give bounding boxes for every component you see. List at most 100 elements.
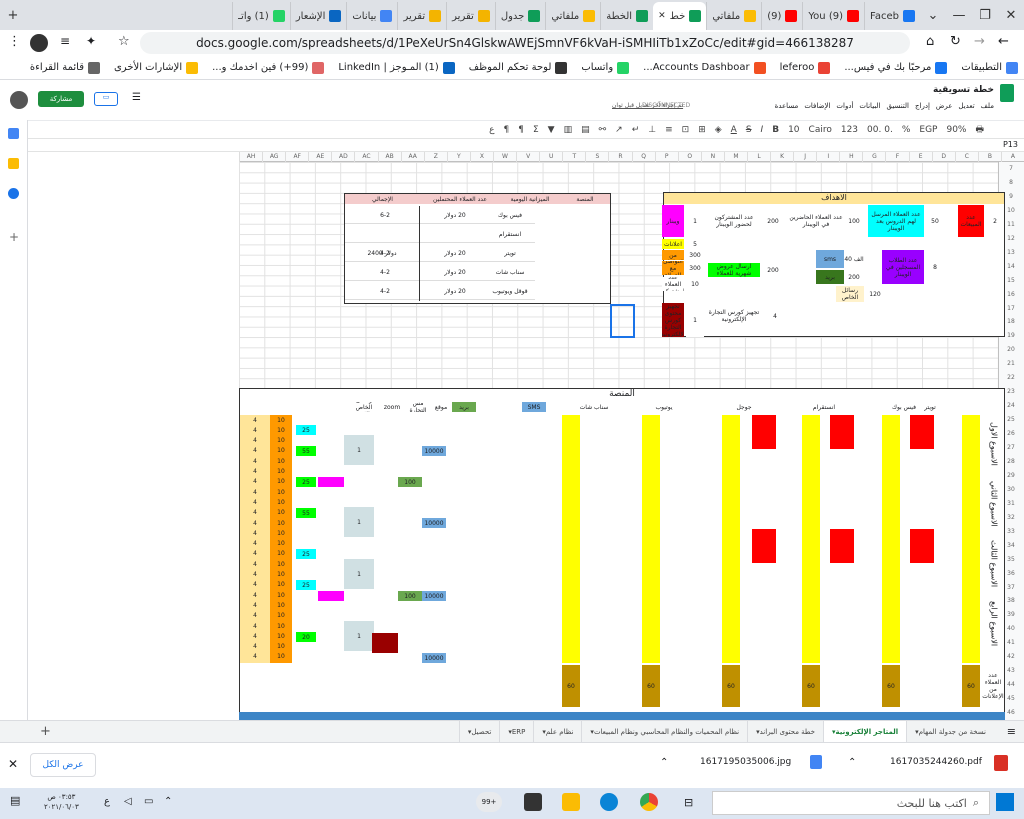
row-header[interactable]: 22	[998, 371, 1024, 385]
whatsapp-value[interactable]: 4	[240, 415, 270, 425]
column-header[interactable]: L	[746, 152, 770, 162]
chart-icon[interactable]: ▥	[564, 125, 573, 135]
show-hidden-icons[interactable]: ⌃	[164, 796, 172, 807]
browser-tab[interactable]: الإشعار	[289, 2, 347, 30]
column-header[interactable]: D	[931, 152, 955, 162]
goal-cell[interactable]: ارسال عروض شهرية للعملاء	[708, 263, 760, 277]
goal-cell[interactable]: 40 الف	[844, 250, 864, 268]
mail-badge[interactable]: 99+	[476, 792, 502, 812]
goal-cell[interactable]: عدد العملاء الحاضرين في الويبنار	[788, 205, 844, 237]
sheet-tab[interactable]: تحصيل ▾	[458, 720, 499, 743]
menu-item[interactable]: إدراج	[915, 102, 930, 110]
column-header[interactable]: Y	[446, 152, 470, 162]
goal-cell[interactable]: عدد المشتركون لحضور الويبنار	[708, 205, 760, 237]
whatsapp-value[interactable]: 4	[240, 549, 270, 559]
column-header[interactable]: AF	[285, 152, 308, 162]
goal-cell[interactable]: 300	[686, 261, 704, 275]
goal-cell[interactable]: رسائل الخاص	[836, 286, 864, 302]
goal-cell[interactable]: عملاء من الإعلانات	[662, 250, 684, 260]
sheet-tab-menu-icon[interactable]: ▾	[468, 728, 472, 736]
close-window-icon[interactable]: ✕	[998, 0, 1024, 30]
rotate-icon[interactable]: ↗	[615, 125, 623, 135]
sms-cell[interactable]: 10000	[422, 591, 446, 601]
bookmark-item[interactable]: واتساب	[581, 61, 630, 74]
column-header[interactable]: S	[585, 152, 608, 162]
messages-value[interactable]: 10	[270, 539, 292, 549]
maximize-window-icon[interactable]: ❐	[972, 0, 998, 30]
messages-value[interactable]: 10	[270, 590, 292, 600]
goal-cell[interactable]: 1	[686, 303, 704, 337]
cells-area[interactable]: الاهداف ويبنار 1 عدد المشتركون لحضور الويبن…	[239, 162, 1005, 720]
messages-value[interactable]: 10	[270, 580, 292, 590]
keep-icon[interactable]	[8, 158, 19, 169]
goal-cell[interactable]: تجهيز محتوى كورس التجارة الإلكترونية	[662, 303, 684, 337]
language-indicator[interactable]: ع	[104, 796, 110, 807]
messages-value[interactable]: 10	[270, 621, 292, 631]
goal-cell[interactable]: اعلانات	[662, 239, 684, 249]
budget-cell[interactable]: قوقل ويوتيوب	[485, 282, 535, 300]
show-all-button[interactable]: عرض الكل	[30, 753, 96, 777]
goal-cell[interactable]: عدد العملاء المشتركين	[662, 277, 684, 291]
sms-cell[interactable]: 10000	[422, 518, 446, 528]
column-header[interactable]: Q	[631, 152, 655, 162]
goal-cell[interactable]: 200	[762, 205, 784, 237]
download-item-chevron[interactable]: ⌃	[660, 757, 668, 768]
column-header[interactable]: AB	[377, 152, 401, 162]
budget-cell[interactable]: 20 دولار	[425, 244, 485, 262]
browser-tab[interactable]: ملفاتي	[706, 2, 761, 30]
chrome-icon[interactable]	[640, 793, 658, 811]
valign-icon[interactable]: ⊥	[648, 125, 656, 135]
functions-icon[interactable]: Σ	[533, 125, 539, 135]
column-header[interactable]: Z	[423, 152, 447, 162]
browser-tab[interactable]: تقرير	[397, 2, 446, 30]
menu-item[interactable]: تعديل	[958, 102, 974, 110]
column-header[interactable]: R	[608, 152, 631, 162]
add-addon-icon[interactable]: +	[9, 230, 19, 244]
column-header[interactable]: U	[539, 152, 562, 162]
goal-cell[interactable]: 120	[866, 286, 884, 302]
volume-icon[interactable]: ◁	[124, 796, 132, 807]
tasks-icon[interactable]	[8, 188, 19, 199]
messages-value[interactable]: 10	[270, 559, 292, 569]
task-view-icon[interactable]: ⊟	[684, 796, 693, 809]
currency-button[interactable]: EGP	[919, 125, 937, 135]
messages-value[interactable]: 10	[270, 487, 292, 497]
download-item-pdf[interactable]: 1617035244260.pdf	[890, 757, 982, 767]
sheet-tab-menu-icon[interactable]: ▾	[508, 728, 512, 736]
home-icon[interactable]: ⌂	[926, 34, 934, 49]
whatsapp-value[interactable]: 4	[240, 600, 270, 610]
messages-value[interactable]: 10	[270, 518, 292, 528]
whatsapp-value[interactable]: 4	[240, 528, 270, 538]
font-select[interactable]: Cairo	[809, 125, 832, 135]
messages-value[interactable]: 10	[270, 611, 292, 621]
menu-item[interactable]: ملف	[981, 102, 994, 110]
column-header[interactable]: G	[862, 152, 885, 162]
row-header[interactable]: 20	[998, 343, 1024, 357]
column-header[interactable]: AC	[354, 152, 377, 162]
url-bar[interactable]: docs.google.com/spreadsheets/d/1PeXeUrSn…	[140, 32, 910, 54]
rtl-icon[interactable]: ¶	[518, 125, 524, 135]
formula-bar[interactable]: P13	[0, 138, 1024, 152]
minimize-window-icon[interactable]: —	[946, 0, 972, 30]
browser-tab[interactable]: تقرير	[446, 2, 495, 30]
browser-tab[interactable]: الخطة	[600, 2, 653, 30]
sheet-tab-menu-icon[interactable]: ▾	[915, 728, 919, 736]
whatsapp-value[interactable]: 4	[240, 436, 270, 446]
browser-tab[interactable]: جدول	[494, 2, 546, 30]
zoom-cell[interactable]: 55	[296, 446, 316, 456]
whatsapp-value[interactable]: 4	[240, 539, 270, 549]
mail-cell[interactable]: 100	[398, 477, 422, 487]
link-icon[interactable]: ⚯	[599, 125, 607, 135]
goal-cell[interactable]: 5	[686, 239, 704, 249]
calendar-icon[interactable]	[8, 128, 19, 139]
messages-value[interactable]: 10	[270, 631, 292, 641]
column-header[interactable]: B	[977, 152, 1001, 162]
column-header[interactable]: J	[793, 152, 816, 162]
comments-icon[interactable]: ☰	[132, 92, 141, 103]
sms-cell[interactable]: 10000	[422, 653, 446, 663]
column-header[interactable]: M	[723, 152, 747, 162]
spreadsheet-grid[interactable]: A B C D E F G H I J K L M N O P Q R S T U V W X Y Z AA AB AC AD AE AF AG…	[28, 152, 1024, 720]
menu-item[interactable]: عرض	[936, 102, 953, 110]
row-header[interactable]: 7	[998, 162, 1024, 176]
align-icon[interactable]: ≡	[665, 125, 673, 135]
